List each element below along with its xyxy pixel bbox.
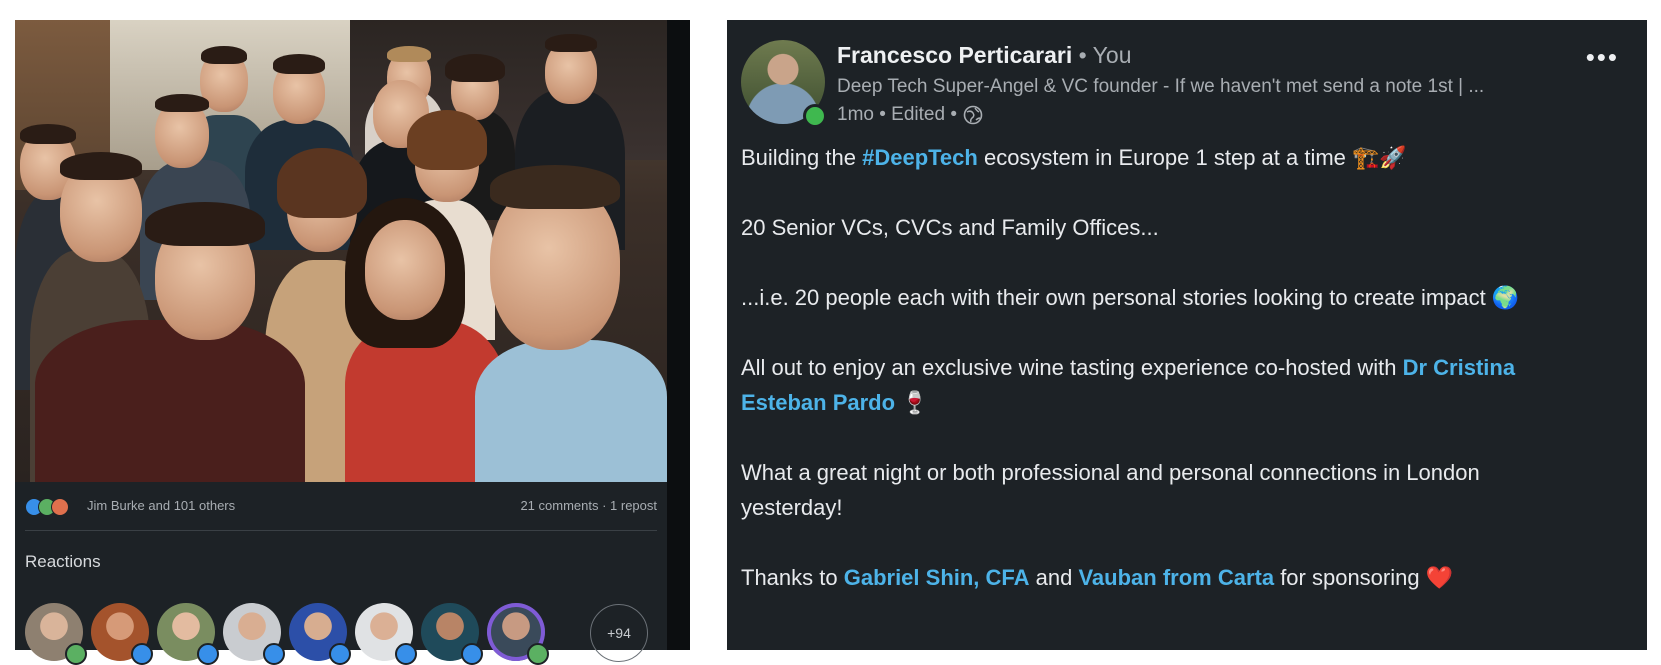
love-icon: [51, 498, 69, 516]
comments-reposts-count[interactable]: 21 comments · 1 repost: [520, 498, 657, 513]
like-icon: [131, 643, 153, 665]
celebrate-icon: [527, 643, 549, 665]
post-line: 20 Senior VCs, CVCs and Family Offices..…: [741, 215, 1159, 240]
like-icon: [329, 643, 351, 665]
post-line: Esteban Pardo 🍷: [741, 390, 929, 415]
mention-link[interactable]: Esteban Pardo: [741, 390, 895, 415]
hashtag-link[interactable]: #DeepTech: [862, 145, 978, 170]
author-relation: • You: [1072, 42, 1132, 68]
author-name[interactable]: Francesco Perticarari: [837, 42, 1072, 68]
like-icon: [461, 643, 483, 665]
celebrate-icon: [65, 643, 87, 665]
more-reactors-button[interactable]: +94: [590, 604, 648, 662]
post-text-card: Francesco Perticarari • You Deep Tech Su…: [727, 20, 1647, 650]
post-timestamp: 1mo • Edited •: [837, 104, 957, 125]
divider: [25, 530, 657, 531]
reactions-heading: Reactions: [25, 552, 101, 571]
author-headline: Deep Tech Super-Angel & VC founder - If …: [837, 76, 1485, 97]
mention-link[interactable]: Dr Cristina: [1403, 355, 1515, 380]
online-status-icon: [803, 104, 827, 128]
post-media-card: Jim Burke and 101 others 21 comments · 1…: [15, 20, 690, 665]
post-line: ...i.e. 20 people each with their own pe…: [741, 285, 1520, 310]
post-line: What a great night or both professional …: [741, 460, 1480, 485]
social-counts-bar: Jim Burke and 101 others 21 comments · 1…: [25, 492, 657, 522]
post-line: All out to enjoy an exclusive wine tasti…: [741, 355, 1516, 380]
mention-link[interactable]: Vauban from Carta: [1078, 565, 1274, 590]
mention-link[interactable]: Gabriel Shin, CFA: [844, 565, 1030, 590]
reactors-summary[interactable]: Jim Burke and 101 others: [87, 498, 235, 513]
group-selfie-photo[interactable]: [15, 20, 667, 482]
more-options-icon[interactable]: •••: [1586, 42, 1619, 73]
globe-icon: [963, 105, 983, 125]
post-line: yesterday!: [741, 495, 843, 520]
author-name-line[interactable]: Francesco Perticarari • You: [837, 42, 1131, 69]
like-icon: [395, 643, 417, 665]
post-line: Thanks to Gabriel Shin, CFA and Vauban f…: [741, 565, 1454, 590]
like-icon: [263, 643, 285, 665]
post-line: Building the #DeepTech ecosystem in Euro…: [741, 145, 1407, 170]
screenshot-canvas: Jim Burke and 101 others 21 comments · 1…: [0, 0, 1661, 665]
post-body: Building the #DeepTech ecosystem in Euro…: [741, 140, 1621, 595]
like-icon: [197, 643, 219, 665]
post-meta: 1mo • Edited •: [837, 104, 983, 126]
